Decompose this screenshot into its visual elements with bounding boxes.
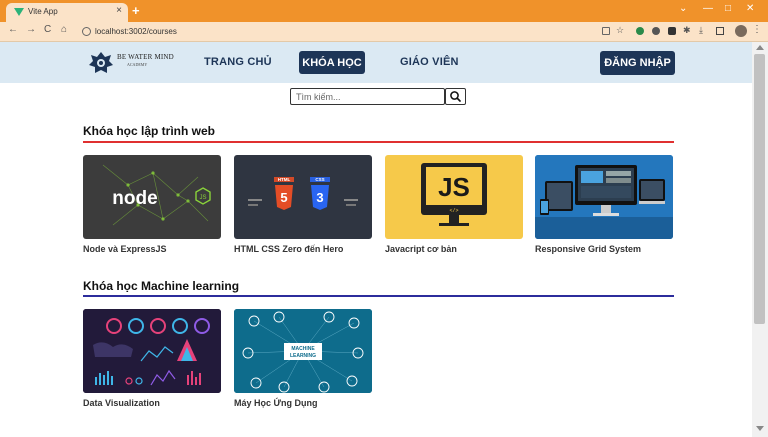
logo-subtext: ACADEMY (127, 62, 148, 67)
tab-close-icon[interactable]: × (116, 6, 122, 16)
extensions-puzzle-icon[interactable]: ✱ (683, 26, 691, 35)
search-icon (450, 91, 461, 102)
svg-text:</>: </> (449, 208, 458, 214)
site-info-icon[interactable] (82, 27, 91, 36)
search-button[interactable] (445, 88, 466, 105)
new-tab-button[interactable]: + (132, 4, 140, 17)
course-title[interactable]: Responsive Grid System (535, 244, 641, 254)
tab-search-icon[interactable]: ⌄ (679, 4, 687, 14)
logo-icon[interactable] (87, 49, 115, 77)
site-header: BE WATER MIND ACADEMY TRANG CHỦ KHÓA HỌC… (0, 42, 752, 83)
section-title-web: Khóa học lập trình web (83, 124, 216, 138)
nav-courses[interactable]: KHÓA HỌC (299, 51, 365, 74)
minimize-button[interactable]: — (703, 4, 713, 14)
browser-tab[interactable]: Vite App × (6, 3, 128, 22)
node-wordmark: node (112, 188, 157, 209)
back-icon[interactable]: ← (8, 25, 18, 35)
course-title[interactable]: Node và ExpressJS (83, 244, 167, 254)
scroll-up-arrow-icon[interactable] (756, 45, 764, 50)
extension-icon[interactable] (636, 27, 644, 35)
share-icon[interactable] (602, 27, 610, 35)
ml-label-line1: MACHINE (291, 346, 315, 352)
extension-icon[interactable] (652, 27, 660, 35)
svg-text:CSS: CSS (315, 177, 324, 182)
ml-label-line2: LEARNING (290, 353, 316, 359)
browser-toolbar: ← → C ⌂ localhost:3002/courses ☆ ✱ ⤓ ⋮ (0, 22, 768, 42)
home-icon[interactable]: ⌂ (61, 25, 67, 35)
course-thumbnail-machine-learning[interactable]: MACHINE LEARNING (234, 309, 372, 393)
vite-icon (14, 8, 24, 16)
nav-home[interactable]: TRANG CHỦ (204, 56, 272, 68)
address-bar[interactable]: localhost:3002/courses (95, 27, 177, 36)
js-wordmark: JS (438, 172, 470, 202)
download-icon[interactable]: ⤓ (699, 26, 703, 35)
profile-avatar[interactable] (735, 25, 747, 37)
reload-icon[interactable]: C (44, 25, 51, 35)
tab-strip: Vite App × + ⌄ — □ ✕ (0, 0, 768, 22)
side-panel-icon[interactable] (716, 27, 724, 35)
nav-teachers[interactable]: GIÁO VIÊN (400, 56, 459, 68)
maximize-button[interactable]: □ (725, 4, 731, 14)
forward-icon[interactable]: → (26, 25, 36, 35)
login-button[interactable]: ĐĂNG NHẬP (600, 51, 675, 75)
course-title[interactable]: Data Visualization (83, 398, 160, 408)
responsive-thumbnail-art (535, 155, 673, 239)
html-css-thumbnail-art: HTML CSS 5 3 (248, 177, 358, 210)
browser-menu-icon[interactable]: ⋮ (752, 25, 762, 35)
search-input[interactable] (290, 88, 445, 105)
scroll-down-arrow-icon[interactable] (756, 426, 764, 431)
scrollbar-thumb[interactable] (754, 54, 765, 324)
data-viz-thumbnail-art (83, 309, 221, 393)
svg-text:HTML: HTML (278, 177, 291, 182)
svg-text:3: 3 (316, 190, 323, 205)
course-thumbnail-node[interactable]: node JS (83, 155, 221, 239)
section-divider (83, 295, 674, 297)
logo-text: BE WATER MIND (117, 53, 174, 61)
course-title[interactable]: Javacript cơ bản (385, 244, 457, 254)
bookmark-star-icon[interactable]: ☆ (616, 26, 624, 35)
node-js-badge: JS (199, 195, 206, 201)
svg-text:5: 5 (280, 190, 287, 205)
section-title-ml: Khóa học Machine learning (83, 279, 240, 293)
close-window-button[interactable]: ✕ (746, 4, 754, 14)
course-thumbnail-html-css[interactable]: HTML CSS 5 3 (234, 155, 372, 239)
browser-window: Vite App × + ⌄ — □ ✕ ← → C ⌂ localhost:3… (0, 0, 768, 437)
node-thumbnail-art: node JS (102, 164, 211, 226)
js-thumbnail-art: JS </> (421, 163, 487, 226)
tab-title: Vite App (28, 7, 58, 16)
section-divider (83, 141, 674, 143)
ml-thumbnail-art: MACHINE LEARNING (234, 309, 372, 393)
course-title[interactable]: Máy Học Ứng Dụng (234, 398, 317, 408)
course-thumbnail-data-viz[interactable] (83, 309, 221, 393)
course-thumbnail-js[interactable]: JS </> (385, 155, 523, 239)
extension-icon[interactable] (668, 27, 676, 35)
course-thumbnail-responsive[interactable] (535, 155, 673, 239)
course-title[interactable]: HTML CSS Zero đến Hero (234, 244, 343, 254)
